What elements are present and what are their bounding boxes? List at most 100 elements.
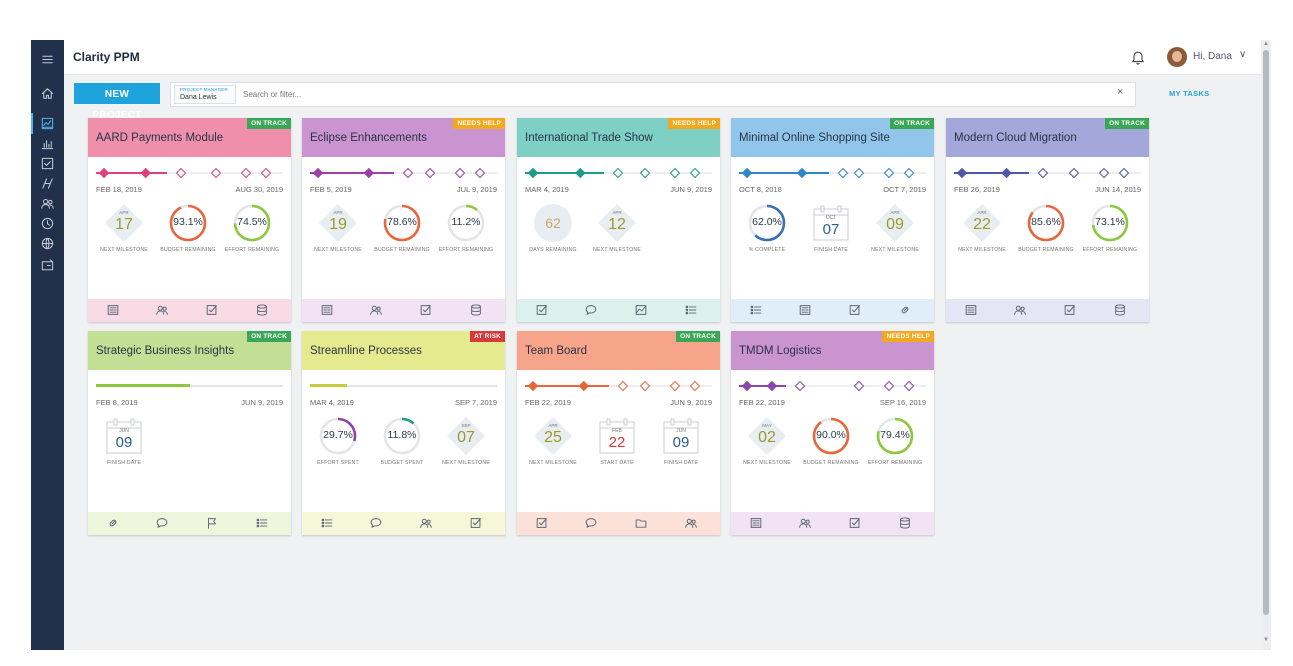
metric-widget[interactable]: 74.5% EFFORT REMAINING	[222, 203, 282, 273]
metric-widget[interactable]: SEP 07 NEXT MILESTONE	[436, 416, 496, 486]
metric-widget[interactable]: 11.2% EFFORT REMAINING	[436, 203, 496, 273]
checklist-icon[interactable]	[1063, 303, 1077, 317]
metric-widget[interactable]: 79.4% EFFORT REMAINING	[865, 416, 925, 486]
project-card[interactable]: Team Board ON TRACK FEB 22, 2019 JUN 9, 201…	[517, 331, 720, 535]
checklist-icon[interactable]	[205, 303, 219, 317]
checklist-icon[interactable]	[848, 516, 862, 530]
card-title[interactable]: International Trade Show	[525, 132, 653, 144]
avatar[interactable]	[1167, 47, 1187, 67]
flag-icon[interactable]	[205, 516, 219, 530]
team-icon[interactable]	[155, 303, 169, 317]
metric-widget[interactable]: OCT 07 FINISH DATE	[801, 203, 861, 273]
scrollbar-thumb[interactable]	[1263, 50, 1269, 615]
search-input[interactable]	[243, 87, 1103, 101]
metric-widget[interactable]: 78.6% BUDGET REMAINING	[372, 203, 432, 273]
metric-widget[interactable]: FEB 22 START DATE	[587, 416, 647, 486]
metric-widget[interactable]: 11.8% BUDGET SPENT	[372, 416, 432, 486]
card-title[interactable]: TMDM Logistics	[739, 345, 821, 357]
card-title[interactable]: Team Board	[525, 345, 587, 357]
timesheet-icon[interactable]	[40, 216, 55, 231]
team-icon[interactable]	[1013, 303, 1027, 317]
metric-widget[interactable]: APR 25 NEXT MILESTONE	[523, 416, 583, 486]
list-icon[interactable]	[255, 516, 269, 530]
tasks-icon[interactable]	[40, 156, 55, 171]
team-icon[interactable]	[684, 516, 698, 530]
database-icon[interactable]	[1113, 303, 1127, 317]
scroll-up-icon[interactable]: ▲	[1263, 41, 1269, 47]
project-card[interactable]: Modern Cloud Migration ON TRACK FEB 26, 20…	[946, 118, 1149, 322]
folder-icon[interactable]	[634, 516, 648, 530]
scroll-down-icon[interactable]: ▼	[1263, 637, 1269, 643]
comment-icon[interactable]	[584, 303, 598, 317]
checklist-icon[interactable]	[535, 516, 549, 530]
report-icon[interactable]	[798, 303, 812, 317]
metric-widget[interactable]: 90.0% BUDGET REMAINING	[801, 416, 861, 486]
metric-widget[interactable]: 73.1% EFFORT REMAINING	[1080, 203, 1140, 273]
metric-widget[interactable]: APR 17 NEXT MILESTONE	[94, 203, 154, 273]
project-card[interactable]: Minimal Online Shopping Site ON TRACK OCT …	[731, 118, 934, 322]
my-tasks-link[interactable]: MY TASKS	[1169, 89, 1209, 98]
list-icon[interactable]	[684, 303, 698, 317]
team-icon[interactable]	[369, 303, 383, 317]
global-icon[interactable]	[40, 236, 55, 251]
comment-icon[interactable]	[155, 516, 169, 530]
menu-icon[interactable]	[40, 52, 55, 67]
project-manager-filter[interactable]: PROJECT MANAGER Dana Lewis	[174, 85, 236, 104]
metric-widget[interactable]: APR 09 NEXT MILESTONE	[865, 203, 925, 273]
list-icon[interactable]	[320, 516, 334, 530]
card-title[interactable]: AARD Payments Module	[96, 132, 223, 144]
bell-icon[interactable]	[1130, 50, 1146, 66]
checklist-icon[interactable]	[535, 303, 549, 317]
report-icon[interactable]	[106, 303, 120, 317]
link-icon[interactable]	[106, 516, 120, 530]
chart-icon[interactable]	[634, 303, 648, 317]
team-icon[interactable]	[419, 516, 433, 530]
list-icon[interactable]	[749, 303, 763, 317]
report-icon[interactable]	[749, 516, 763, 530]
project-card[interactable]: Strategic Business Insights ON TRACK FEB 8…	[88, 331, 291, 535]
checklist-icon[interactable]	[469, 516, 483, 530]
metric-widget[interactable]: MAY 02 NEXT MILESTONE	[737, 416, 797, 486]
project-card[interactable]: International Trade Show NEEDS HELP MAR 4,…	[517, 118, 720, 322]
project-card[interactable]: AARD Payments Module ON TRACK FEB 18, 2019…	[88, 118, 291, 322]
home-icon[interactable]	[40, 86, 55, 101]
report-icon[interactable]	[320, 303, 334, 317]
database-icon[interactable]	[898, 516, 912, 530]
resources-icon[interactable]	[40, 196, 55, 211]
comment-icon[interactable]	[584, 516, 598, 530]
checklist-icon[interactable]	[419, 303, 433, 317]
metric-widget[interactable]: 29.7% EFFORT SPENT	[308, 416, 368, 486]
user-greeting[interactable]: Hi, Dana	[1193, 51, 1232, 62]
checklist-icon[interactable]	[848, 303, 862, 317]
metric-widget[interactable]: 62.0% % COMPLETE	[737, 203, 797, 273]
metric-widget[interactable]: APR 19 NEXT MILESTONE	[308, 203, 368, 273]
metric-widget[interactable]: 62 DAYS REMAINING	[523, 203, 583, 273]
project-card[interactable]: Streamline Processes AT RISK MAR 4, 2019 SE…	[302, 331, 505, 535]
reports-icon[interactable]	[40, 136, 55, 151]
metric-widget[interactable]: APR 12 NEXT MILESTONE	[587, 203, 647, 273]
card-title[interactable]: Minimal Online Shopping Site	[739, 132, 890, 144]
report-icon[interactable]	[964, 303, 978, 317]
database-icon[interactable]	[469, 303, 483, 317]
database-icon[interactable]	[255, 303, 269, 317]
card-title[interactable]: Eclipse Enhancements	[310, 132, 427, 144]
chevron-down-icon[interactable]: ∨	[1239, 49, 1246, 60]
comment-icon[interactable]	[369, 516, 383, 530]
scrollbar[interactable]: ▲ ▼	[1261, 40, 1271, 650]
metric-widget[interactable]: 85.6% BUDGET REMAINING	[1016, 203, 1076, 273]
card-title[interactable]: Strategic Business Insights	[96, 345, 234, 357]
metric-widget[interactable]: JUN 09 FINISH DATE	[94, 416, 154, 486]
roadmap-icon[interactable]	[40, 176, 55, 191]
project-card[interactable]: Eclipse Enhancements NEEDS HELP FEB 5, 201…	[302, 118, 505, 322]
card-title[interactable]: Streamline Processes	[310, 345, 422, 357]
new-project-button[interactable]: NEW PROJECT	[74, 83, 160, 121]
link-icon[interactable]	[898, 303, 912, 317]
project-card[interactable]: TMDM Logistics NEEDS HELP FEB 22, 2019 SEP …	[731, 331, 934, 535]
team-icon[interactable]	[798, 516, 812, 530]
financials-icon[interactable]	[40, 258, 55, 273]
card-title[interactable]: Modern Cloud Migration	[954, 132, 1077, 144]
dashboard-icon[interactable]	[31, 113, 55, 134]
metric-widget[interactable]: 93.1% BUDGET REMAINING	[158, 203, 218, 273]
metric-widget[interactable]: APR 22 NEXT MILESTONE	[952, 203, 1012, 273]
metric-widget[interactable]: JUN 09 FINISH DATE	[651, 416, 711, 486]
